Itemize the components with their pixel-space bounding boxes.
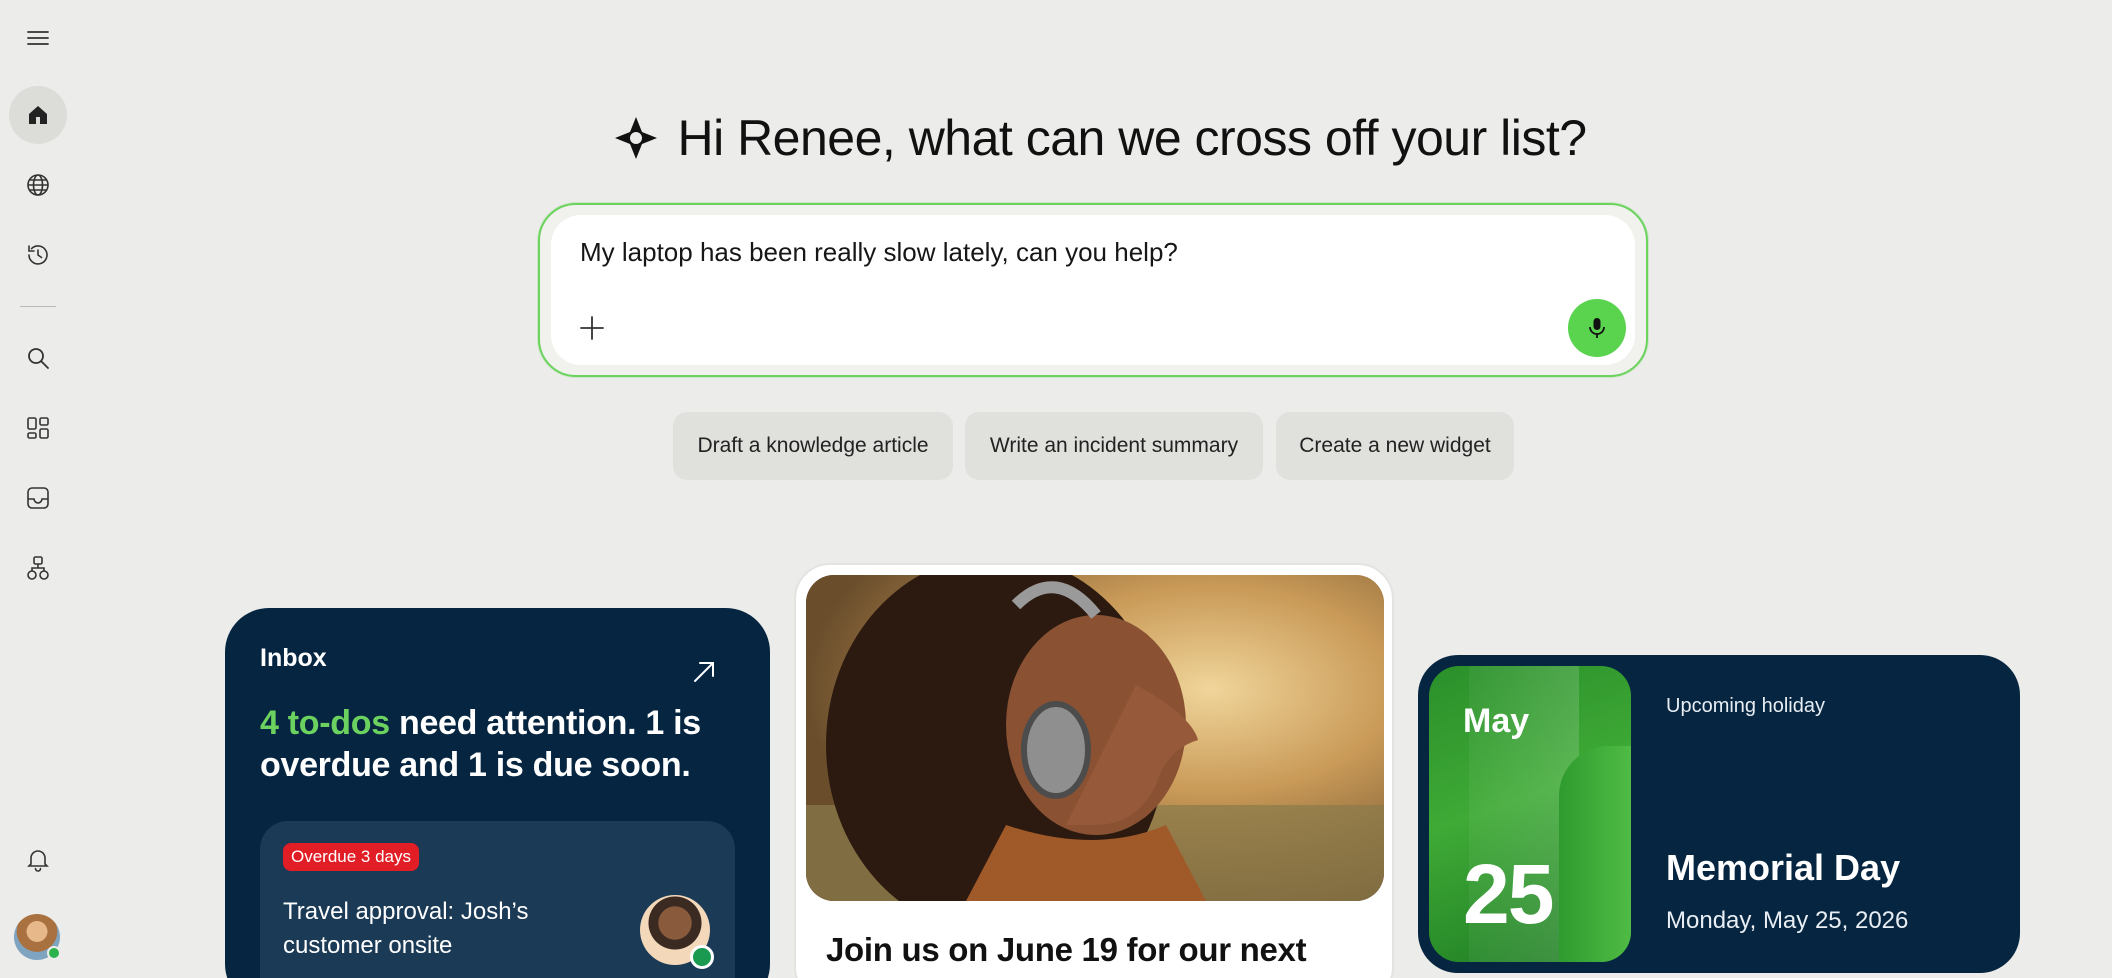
home-icon <box>29 106 47 124</box>
prompt-input-text[interactable]: My laptop has been really slow lately, c… <box>580 237 1178 268</box>
chip-create-new-widget[interactable]: Create a new widget <box>1276 412 1514 480</box>
suggestion-chips: Draft a knowledge article Write an incid… <box>0 412 2112 480</box>
nav-search[interactable] <box>9 329 67 387</box>
globe-icon <box>27 174 49 196</box>
microphone-button[interactable] <box>1568 299 1626 357</box>
overdue-badge: Overdue 3 days <box>283 843 420 871</box>
workflow-icon <box>27 556 49 580</box>
prompt-input[interactable]: My laptop has been really slow lately, c… <box>551 215 1635 365</box>
sparkle-icon <box>615 117 658 159</box>
bell-icon <box>27 850 49 872</box>
event-card[interactable]: Join us on June 19 for our next <box>794 563 1394 978</box>
event-title: Join us on June 19 for our next <box>826 931 1307 968</box>
microphone-icon <box>1589 318 1605 338</box>
nav-workflows[interactable] <box>9 539 67 597</box>
presence-status-dot <box>47 946 61 960</box>
event-photo <box>806 575 1384 901</box>
holiday-name: Memorial Day <box>1666 847 1901 888</box>
greeting-text: Hi Renee, what can we cross off your lis… <box>677 110 1587 166</box>
greeting-header: Hi Renee, what can we cross off your lis… <box>560 106 1640 170</box>
chip-write-incident-summary[interactable]: Write an incident summary <box>965 412 1263 480</box>
inbox-card[interactable]: Inbox 4 to-dos need attention. 1 is over… <box>225 608 770 978</box>
todo-title: Travel approval: Josh’s customer onsite <box>283 898 529 959</box>
rail-divider <box>20 306 56 307</box>
history-icon <box>28 245 48 265</box>
plus-icon[interactable] <box>577 313 607 343</box>
calendar-tile-fold <box>1559 746 1631 962</box>
calendar-month: May <box>1463 702 1530 740</box>
nav-history[interactable] <box>9 226 67 284</box>
nav-home[interactable] <box>9 86 67 144</box>
inbox-headline-highlight: 4 to-dos <box>260 704 390 742</box>
notifications-button[interactable] <box>9 830 67 888</box>
menu-button[interactable] <box>9 9 67 67</box>
prompt-container: My laptop has been really slow lately, c… <box>538 203 1648 377</box>
assignee-status-dot <box>690 945 714 969</box>
search-icon <box>28 348 49 369</box>
holiday-card[interactable]: May 25 Upcoming holiday Memorial Day Mon… <box>1418 655 2020 973</box>
chip-draft-knowledge-article[interactable]: Draft a knowledge article <box>673 412 953 480</box>
calendar-day: 25 <box>1463 847 1554 941</box>
holiday-date: Monday, May 25, 2026 <box>1666 907 1909 934</box>
woman-with-headphones-image <box>806 575 1384 901</box>
calendar-tile: May 25 <box>1429 666 1631 962</box>
hamburger-menu-icon <box>27 31 49 45</box>
inbox-card-title: Inbox <box>260 644 327 672</box>
left-rail <box>0 0 76 978</box>
holiday-label: Upcoming holiday <box>1666 695 1825 717</box>
nav-explore[interactable] <box>9 156 67 214</box>
inbox-icon <box>27 487 49 509</box>
todo-item[interactable]: Overdue 3 days Travel approval: Josh’s c… <box>260 821 735 978</box>
arrow-up-right-icon[interactable] <box>690 658 718 686</box>
inbox-headline: 4 to-dos need attention. 1 is overdue an… <box>260 702 740 786</box>
